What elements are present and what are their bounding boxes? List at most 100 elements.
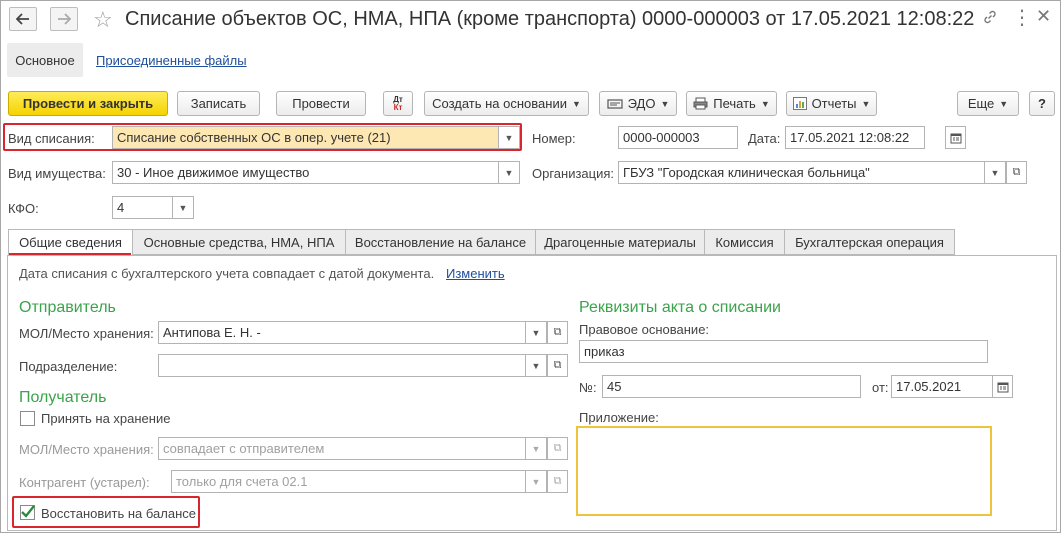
kfo-field[interactable]: 4	[112, 196, 173, 219]
legal-basis-label: Правовое основание:	[579, 322, 710, 337]
tab-precious-materials[interactable]: Драгоценные материалы	[535, 229, 705, 255]
dt-kt-button[interactable]: Дт Кт	[383, 91, 413, 116]
chevron-down-icon: ▼	[571, 98, 581, 109]
tab-accounting-operation[interactable]: Бухгалтерская операция	[784, 229, 955, 255]
counterparty-label: Контрагент (устарел):	[19, 475, 150, 490]
date-field[interactable]: 17.05.2021 12:08:22	[785, 126, 925, 149]
printer-icon	[693, 97, 708, 110]
chevron-down-icon: ▼	[178, 202, 188, 213]
post-and-close-label: Провести и закрыть	[22, 96, 154, 111]
more-label: Еще	[967, 96, 995, 111]
create-based-on-label: Создать на основании	[432, 96, 567, 111]
chevron-down-icon: ▼	[531, 327, 541, 338]
sender-mol-open-button[interactable]: ⧉	[547, 321, 568, 344]
save-label: Записать	[190, 96, 247, 111]
organization-dropdown[interactable]: ▼	[984, 161, 1006, 184]
favorite-star-icon[interactable]: ☆	[93, 7, 113, 33]
tab-precious-materials-label: Драгоценные материалы	[544, 234, 696, 250]
chevron-down-icon: ▼	[861, 98, 871, 109]
chevron-down-icon: ▼	[999, 98, 1009, 109]
kfo-dropdown[interactable]: ▼	[172, 196, 194, 219]
organization-open-button[interactable]: ⧉	[1006, 161, 1027, 184]
sender-mol-field[interactable]: Антипова Е. Н. -	[158, 321, 526, 344]
arrow-left-icon	[16, 13, 29, 25]
edo-button[interactable]: ЭДО ▼	[599, 91, 677, 116]
write-off-type-label: Вид списания:	[8, 131, 95, 146]
sender-mol-dropdown[interactable]: ▼	[525, 321, 547, 344]
dt-kt-icon: Дт Кт	[393, 95, 403, 112]
tab-fixed-assets[interactable]: Основные средства, НМА, НПА	[132, 229, 346, 255]
sender-section-title: Отправитель	[19, 299, 116, 316]
link-icon[interactable]	[982, 9, 998, 30]
edo-icon	[607, 98, 623, 109]
back-button[interactable]	[9, 7, 37, 31]
change-date-link[interactable]: Изменить	[446, 266, 505, 281]
recipient-section-title: Получатель	[19, 389, 107, 406]
act-date-field[interactable]: 17.05.2021	[891, 375, 993, 398]
open-form-icon: ⧉	[1012, 166, 1021, 178]
property-type-dropdown[interactable]: ▼	[498, 161, 520, 184]
reports-label: Отчеты	[811, 96, 857, 111]
tab-active-underline	[9, 253, 131, 255]
date-calendar-button[interactable]	[945, 126, 966, 149]
create-based-on-button[interactable]: Создать на основании ▼	[424, 91, 589, 116]
recipient-mol-dropdown[interactable]: ▼	[525, 437, 547, 460]
chevron-down-icon: ▼	[504, 132, 514, 143]
write-off-type-field[interactable]: Списание собственных ОС в опер. учете (2…	[112, 126, 499, 149]
open-form-icon: ⧉	[553, 359, 562, 371]
property-type-label: Вид имущества:	[8, 166, 106, 181]
tab-fixed-assets-label: Основные средства, НМА, НПА	[143, 234, 335, 250]
tab-accounting-operation-label: Бухгалтерская операция	[795, 234, 944, 250]
edo-label: ЭДО	[627, 96, 656, 111]
accept-storage-checkbox[interactable]	[20, 411, 35, 426]
department-dropdown[interactable]: ▼	[525, 354, 547, 377]
more-vertical-icon[interactable]: ⋮	[1012, 5, 1032, 30]
department-open-button[interactable]: ⧉	[547, 354, 568, 377]
chevron-down-icon: ▼	[660, 98, 670, 109]
tab-restore-balance-label: Восстановление на балансе	[354, 234, 527, 250]
reports-button[interactable]: Отчеты ▼	[786, 91, 877, 116]
page-title: Списание объектов ОС, НМА, НПА (кроме тр…	[125, 8, 975, 30]
help-button[interactable]: ?	[1029, 91, 1055, 116]
tab-commission[interactable]: Комиссия	[704, 229, 785, 255]
chevron-down-icon: ▼	[531, 476, 541, 487]
restore-balance-label: Восстановить на балансе	[41, 506, 196, 521]
act-date-calendar-button[interactable]	[992, 375, 1013, 398]
attachment-textarea[interactable]	[576, 426, 992, 516]
chevron-down-icon: ▼	[760, 98, 770, 109]
close-icon[interactable]: ✕	[1036, 6, 1051, 27]
counterparty-open-button[interactable]: ⧉	[547, 470, 568, 493]
tab-general-label: Общие сведения	[19, 235, 122, 250]
recipient-mol-open-button[interactable]: ⧉	[547, 437, 568, 460]
post-and-close-button[interactable]: Провести и закрыть	[8, 91, 168, 116]
tab-general[interactable]: Общие сведения	[8, 229, 133, 256]
department-field[interactable]	[158, 354, 526, 377]
number-field[interactable]: 0000-000003	[618, 126, 738, 149]
write-off-type-dropdown[interactable]: ▼	[498, 126, 520, 149]
number-label: Номер:	[532, 131, 576, 146]
chevron-down-icon: ▼	[504, 167, 514, 178]
tab-restore-balance[interactable]: Восстановление на балансе	[345, 229, 536, 255]
calendar-icon	[997, 382, 1008, 392]
more-button[interactable]: Еще ▼	[957, 91, 1019, 116]
nav-attached-files[interactable]: Присоединенные файлы	[96, 53, 247, 68]
post-button[interactable]: Провести	[276, 91, 366, 116]
open-form-icon: ⧉	[553, 475, 562, 487]
post-label: Провести	[292, 96, 350, 111]
organization-field[interactable]: ГБУЗ "Городская клиническая больница"	[618, 161, 985, 184]
recipient-mol-field[interactable]: совпадает с отправителем	[158, 437, 526, 460]
nav-main[interactable]: Основное	[7, 43, 83, 77]
print-button[interactable]: Печать ▼	[686, 91, 777, 116]
property-type-field[interactable]: 30 - Иное движимое имущество	[112, 161, 499, 184]
kfo-label: КФО:	[8, 201, 39, 216]
restore-balance-checkbox[interactable]	[20, 505, 35, 520]
forward-button[interactable]	[50, 7, 78, 31]
legal-basis-field[interactable]: приказ	[579, 340, 988, 363]
organization-label: Организация:	[532, 166, 615, 181]
department-label: Подразделение:	[19, 359, 118, 374]
act-number-field[interactable]: 45	[602, 375, 861, 398]
counterparty-dropdown[interactable]: ▼	[525, 470, 547, 493]
counterparty-field[interactable]: только для счета 02.1	[171, 470, 526, 493]
save-button[interactable]: Записать	[177, 91, 260, 116]
write-off-date-info: Дата списания с бухгалтерского учета сов…	[19, 266, 435, 281]
